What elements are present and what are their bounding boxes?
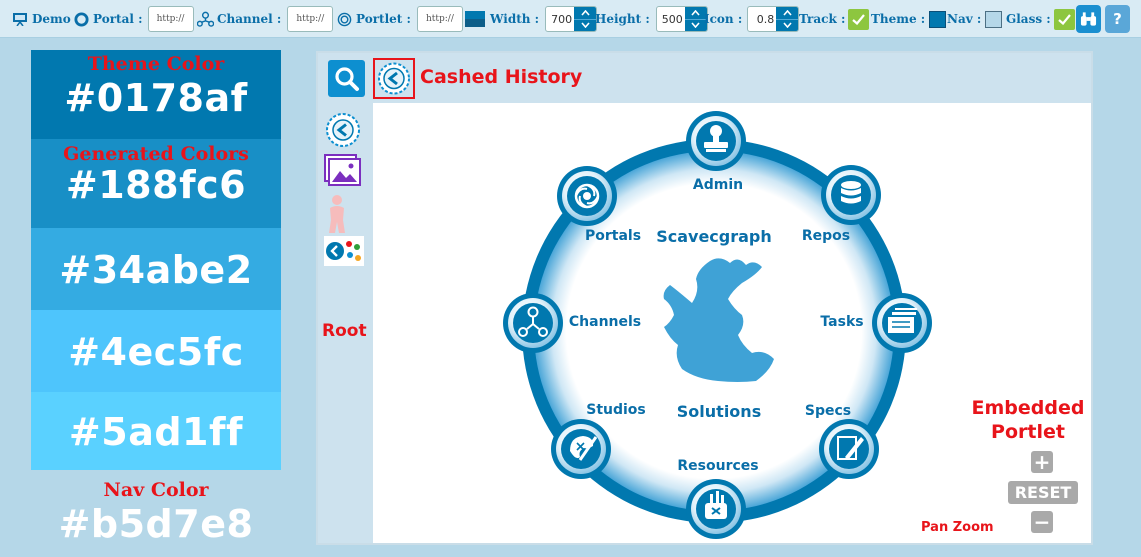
portal-url-input[interactable]: http:// bbox=[147, 6, 194, 32]
chevron-down-icon[interactable] bbox=[776, 18, 799, 32]
nav-color-hex: #b5d7e8 bbox=[58, 502, 254, 546]
theme-color-label: Theme Color bbox=[87, 53, 225, 75]
wheel-label-admin: Admin bbox=[692, 177, 744, 193]
theme-color-swatch-large: Theme Color #0178af bbox=[31, 50, 281, 139]
reset-button[interactable]: RESET bbox=[1008, 481, 1078, 504]
channel-group: Channel : http:// bbox=[197, 0, 334, 38]
portal-ring-icon bbox=[74, 11, 89, 27]
height-label: Height : bbox=[595, 12, 650, 26]
generated-color-hex: #5ad1ff bbox=[68, 410, 244, 454]
height-value: 500 bbox=[661, 12, 683, 26]
track-checkbox[interactable] bbox=[848, 8, 870, 30]
icon-group: Icon : 0.8 bbox=[704, 0, 800, 38]
help-button[interactable]: ? bbox=[1105, 5, 1130, 33]
wheel-node-specs[interactable] bbox=[819, 419, 879, 479]
glass-label: Glass : bbox=[1006, 12, 1051, 26]
portlet-url-input[interactable]: http:// bbox=[416, 6, 463, 32]
chevron-down-icon[interactable] bbox=[574, 18, 597, 32]
generated-color-hex: #4ec5fc bbox=[68, 330, 244, 374]
width-value: 700 bbox=[551, 12, 573, 26]
help-button-wrap: ? bbox=[1105, 0, 1130, 38]
wheel-label-tasks: Tasks bbox=[820, 314, 864, 330]
chevron-up-icon[interactable] bbox=[574, 7, 596, 19]
channel-label: Channel : bbox=[217, 12, 282, 26]
icon-size-input[interactable]: 0.8 bbox=[747, 6, 800, 32]
toolbar: Demo Portal : http:// Channel : http:// … bbox=[0, 0, 1141, 38]
theme-color-hex: #0178af bbox=[64, 76, 248, 120]
wheel-label-resources: Resources bbox=[677, 458, 759, 474]
wheel-node-repos[interactable] bbox=[821, 165, 881, 225]
find-button[interactable] bbox=[1076, 5, 1101, 33]
width-label: Width : bbox=[490, 12, 540, 26]
portlet-label: Portlet : bbox=[356, 12, 411, 26]
portlet-swirl-icon bbox=[337, 12, 352, 26]
track-label: Track : bbox=[799, 12, 846, 26]
width-stepper[interactable] bbox=[574, 7, 597, 32]
portlet-group: Portlet : http:// bbox=[337, 0, 463, 38]
checkmark-icon bbox=[1057, 13, 1071, 25]
width-group: Width : 700 bbox=[465, 0, 598, 38]
nav-group: Nav : bbox=[947, 0, 1003, 38]
generated-color-1: Generated Colors #188fc6 bbox=[31, 139, 281, 228]
channel-hub-icon bbox=[197, 11, 214, 27]
theme-group: Theme : bbox=[871, 0, 947, 38]
channel-url-input[interactable]: http:// bbox=[287, 6, 334, 32]
zoom-out-button[interactable]: − bbox=[1031, 510, 1053, 534]
portal-swirl-icon bbox=[574, 183, 600, 209]
binoculars-icon bbox=[1080, 12, 1097, 26]
pan-zoom-label: Pan Zoom bbox=[921, 520, 994, 535]
nav-color-label: Nav Color bbox=[103, 479, 209, 501]
height-group: Height : 500 bbox=[595, 0, 708, 38]
wheel-node-portals[interactable] bbox=[557, 166, 617, 226]
zoom-in-button[interactable]: + bbox=[1031, 450, 1053, 474]
wheel-node-channels[interactable] bbox=[503, 293, 563, 353]
demo-label: Demo bbox=[32, 12, 71, 26]
wheel-label-repos: Repos bbox=[801, 228, 851, 244]
wheel-subtitle: Solutions bbox=[676, 402, 762, 421]
wheel-node-resources[interactable] bbox=[686, 479, 746, 539]
embedded-portlet-label: Embedded Portlet bbox=[971, 397, 1085, 443]
glass-group: Glass : bbox=[1006, 0, 1075, 38]
wheel-label-channels: Channels bbox=[568, 314, 642, 330]
height-input[interactable]: 500 bbox=[655, 6, 708, 32]
generated-color-hex: #34abe2 bbox=[59, 248, 253, 292]
checkmark-icon bbox=[852, 13, 866, 25]
portlet-window: Cashed History Root Admin Repos Tasks Sp… bbox=[316, 51, 1093, 545]
icon-size-value: 0.8 bbox=[756, 12, 775, 26]
portal-group: Portal : http:// bbox=[74, 0, 194, 38]
icon-size-stepper[interactable] bbox=[776, 7, 799, 32]
portal-label: Portal : bbox=[93, 12, 143, 26]
wheel-label-specs: Specs bbox=[804, 403, 852, 419]
generated-colors-label: Generated Colors bbox=[63, 143, 249, 165]
database-icon bbox=[841, 181, 861, 204]
wheel-node-studios[interactable] bbox=[551, 419, 611, 479]
find-button-wrap bbox=[1076, 0, 1101, 38]
nav-label: Nav : bbox=[947, 12, 982, 26]
generated-color-hex: #188fc6 bbox=[65, 163, 247, 207]
presentation-icon bbox=[13, 13, 27, 26]
icon-size-label: Icon : bbox=[704, 12, 743, 26]
wheel-label-portals: Portals bbox=[584, 228, 642, 244]
generated-color-3: #4ec5fc bbox=[31, 310, 281, 392]
width-input[interactable]: 700 bbox=[545, 6, 598, 32]
wheel-node-admin[interactable] bbox=[686, 111, 746, 171]
width-icon bbox=[465, 11, 485, 27]
wheel-node-tasks[interactable] bbox=[872, 293, 932, 353]
generated-color-4: #5ad1ff bbox=[31, 392, 281, 470]
demo-button[interactable]: Demo bbox=[12, 0, 71, 38]
theme-label: Theme : bbox=[871, 12, 926, 26]
nav-color-swatch-large: Nav Color #b5d7e8 bbox=[31, 476, 281, 548]
wheel-label-studios: Studios bbox=[586, 402, 646, 418]
generated-color-2: #34abe2 bbox=[31, 228, 281, 310]
track-group: Track : bbox=[799, 0, 870, 38]
wheel-title: Scavecgraph bbox=[656, 227, 772, 246]
nav-color-swatch[interactable] bbox=[985, 10, 1003, 28]
glass-checkbox[interactable] bbox=[1053, 8, 1075, 30]
chevron-up-icon[interactable] bbox=[776, 7, 798, 19]
theme-color-swatch[interactable] bbox=[929, 10, 947, 28]
